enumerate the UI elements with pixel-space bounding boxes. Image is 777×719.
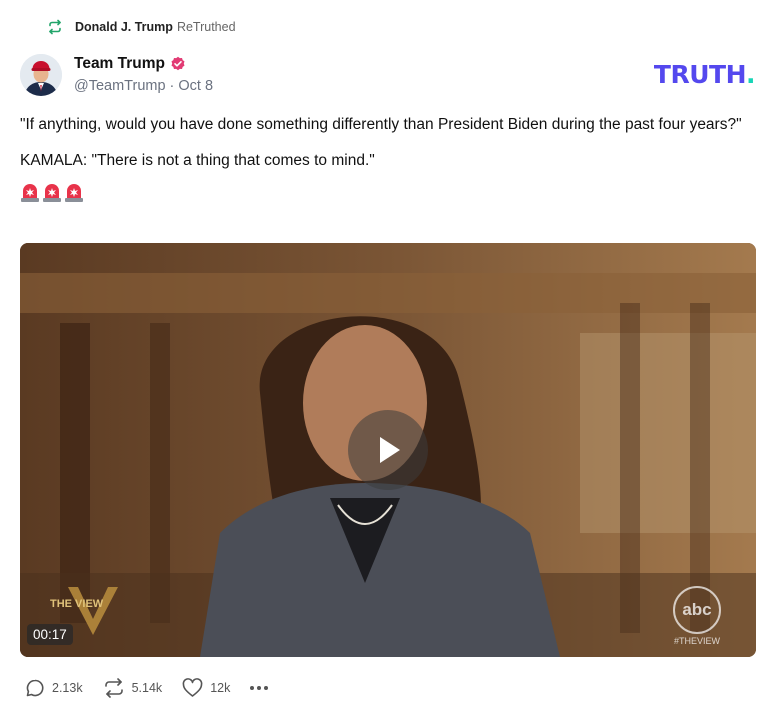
reply-button[interactable]: 2.13k <box>25 678 83 698</box>
post-body: "If anything, would you have done someth… <box>20 115 755 203</box>
network-logo: abc #THEVIEW <box>670 586 724 646</box>
network-hashtag: #THEVIEW <box>673 636 720 646</box>
logo-dot: . <box>746 60 756 89</box>
more-dot <box>250 686 255 690</box>
author-avatar[interactable] <box>20 54 62 96</box>
truth-social-logo[interactable]: TRUTH. <box>653 60 756 89</box>
police-light-emoji <box>20 183 40 203</box>
video-duration: 00:17 <box>27 624 73 645</box>
video-player[interactable]: THE VIEW abc #THEVIEW 00:17 <box>20 243 756 657</box>
retruth-icon <box>47 19 63 35</box>
retruth-action-label: ReTruthed <box>176 20 236 34</box>
retruth-action-icon <box>104 678 123 698</box>
post-actions-bar: 2.13k 5.14k 12k <box>25 678 269 698</box>
reply-icon <box>26 679 44 697</box>
logo-text: TRUTH <box>653 60 747 89</box>
police-light-emoji <box>42 183 62 203</box>
heart-icon <box>182 678 203 697</box>
more-dot <box>257 686 262 690</box>
author-meta: @TeamTrump · Oct 8 <box>74 78 213 94</box>
like-button[interactable]: 12k <box>182 678 230 698</box>
reply-count: 2.13k <box>52 681 83 695</box>
police-light-emoji <box>64 183 84 203</box>
emoji-row <box>20 183 755 203</box>
network-logo-text: abc <box>673 586 721 634</box>
post-date[interactable]: Oct 8 <box>178 78 213 94</box>
post-paragraph: "If anything, would you have done someth… <box>20 116 742 133</box>
more-options-button[interactable] <box>250 680 269 696</box>
play-button[interactable] <box>348 410 428 490</box>
retruth-user-name[interactable]: Donald J. Trump <box>75 20 173 34</box>
post-paragraph: KAMALA: "There is not a thing that comes… <box>20 152 375 169</box>
author-display-name[interactable]: Team Trump <box>74 55 165 73</box>
retruth-count: 5.14k <box>131 681 163 695</box>
verified-badge-icon <box>170 56 186 72</box>
post-author: Team Trump @TeamTrump · Oct 8 <box>20 54 213 96</box>
meta-separator: · <box>169 78 175 94</box>
retruth-header: Donald J. Trump ReTruthed <box>47 19 236 35</box>
show-logo-text: THE VIEW <box>50 598 104 610</box>
retruth-button[interactable]: 5.14k <box>103 678 163 698</box>
play-icon <box>380 437 400 463</box>
author-handle[interactable]: @TeamTrump <box>74 78 166 94</box>
like-count: 12k <box>210 681 231 695</box>
more-dot <box>264 686 269 690</box>
